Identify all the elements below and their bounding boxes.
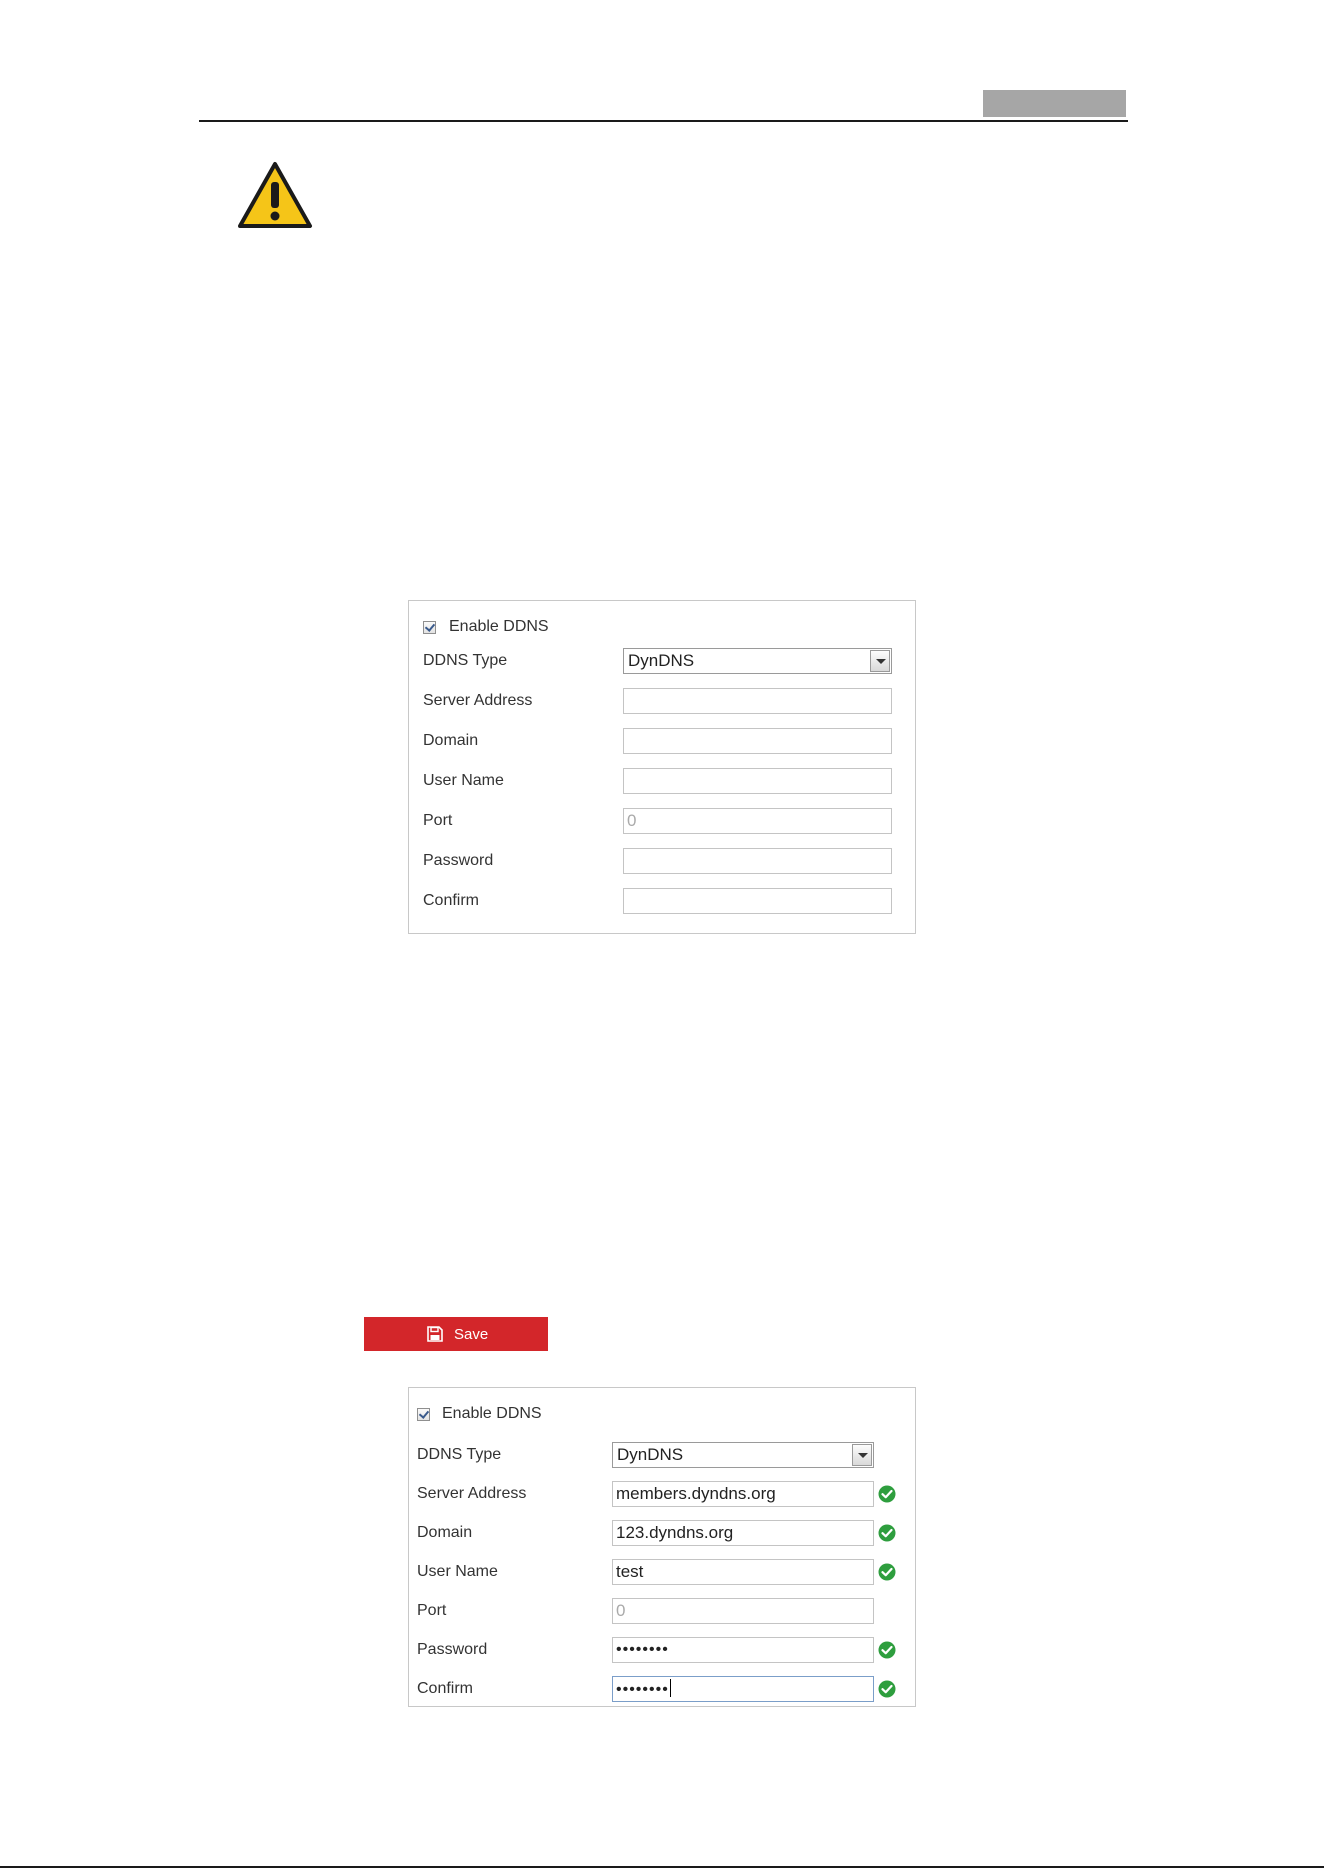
domain-input[interactable]: 123.dyndns.org bbox=[612, 1520, 874, 1546]
enable-ddns-checkbox[interactable] bbox=[417, 1408, 430, 1421]
password-row: Password •••••••• bbox=[409, 1637, 915, 1663]
port-input[interactable]: 0 bbox=[623, 808, 892, 834]
chevron-down-icon[interactable] bbox=[870, 650, 890, 672]
header-rule bbox=[199, 120, 1128, 122]
confirm-row: Confirm bbox=[409, 888, 915, 914]
password-input[interactable] bbox=[623, 848, 892, 874]
server-address-label: Server Address bbox=[423, 692, 533, 709]
check-circle-icon bbox=[878, 1680, 896, 1698]
warning-icon bbox=[238, 162, 312, 228]
user-name-input[interactable]: test bbox=[612, 1559, 874, 1585]
footer-rule bbox=[0, 1866, 1324, 1868]
enable-ddns-row: Enable DDNS bbox=[409, 1402, 915, 1428]
confirm-value: •••••••• bbox=[616, 1681, 669, 1698]
domain-label: Domain bbox=[423, 732, 479, 749]
server-address-label: Server Address bbox=[417, 1485, 527, 1502]
server-address-input[interactable]: members.dyndns.org bbox=[612, 1481, 874, 1507]
check-circle-icon bbox=[878, 1563, 896, 1581]
confirm-input[interactable] bbox=[623, 888, 892, 914]
ddns-settings-panel-filled: Enable DDNS DDNS Type DynDNS Server Addr… bbox=[408, 1387, 916, 1707]
save-button-label: Save bbox=[454, 1326, 489, 1343]
user-name-input[interactable] bbox=[623, 768, 892, 794]
check-circle-icon bbox=[878, 1641, 896, 1659]
confirm-label: Confirm bbox=[423, 892, 480, 909]
ddns-type-value: DynDNS bbox=[628, 651, 695, 670]
confirm-input[interactable]: •••••••• bbox=[612, 1676, 874, 1702]
domain-row: Domain bbox=[409, 728, 915, 754]
port-input[interactable]: 0 bbox=[612, 1598, 874, 1624]
check-circle-icon bbox=[878, 1524, 896, 1542]
port-label: Port bbox=[423, 812, 453, 829]
port-row: Port 0 bbox=[409, 1598, 915, 1624]
domain-input[interactable] bbox=[623, 728, 892, 754]
domain-row: Domain 123.dyndns.org bbox=[409, 1520, 915, 1546]
user-name-label: User Name bbox=[417, 1563, 498, 1580]
enable-ddns-row: Enable DDNS bbox=[409, 615, 915, 641]
header-tab bbox=[983, 90, 1126, 117]
confirm-row: Confirm •••••••• bbox=[409, 1676, 915, 1702]
save-button[interactable]: Save bbox=[364, 1317, 548, 1351]
ddns-type-select[interactable]: DynDNS bbox=[612, 1442, 874, 1468]
password-label: Password bbox=[423, 852, 494, 869]
ddns-type-select[interactable]: DynDNS bbox=[623, 648, 892, 674]
enable-ddns-checkbox[interactable] bbox=[423, 621, 436, 634]
domain-label: Domain bbox=[417, 1524, 473, 1541]
server-address-row: Server Address members.dyndns.org bbox=[409, 1481, 915, 1507]
text-caret bbox=[669, 1679, 671, 1697]
ddns-type-label: DDNS Type bbox=[423, 652, 508, 669]
password-row: Password bbox=[409, 848, 915, 874]
ddns-type-row: DDNS Type DynDNS bbox=[409, 1442, 915, 1468]
server-address-row: Server Address bbox=[409, 688, 915, 714]
check-circle-icon bbox=[878, 1485, 896, 1503]
user-name-row: User Name test bbox=[409, 1559, 915, 1585]
ddns-type-label: DDNS Type bbox=[417, 1446, 502, 1463]
ddns-type-row: DDNS Type DynDNS bbox=[409, 648, 915, 674]
chevron-down-icon[interactable] bbox=[852, 1444, 872, 1466]
port-row: Port 0 bbox=[409, 808, 915, 834]
port-label: Port bbox=[417, 1602, 447, 1619]
server-address-input[interactable] bbox=[623, 688, 892, 714]
ddns-settings-panel-empty: Enable DDNS DDNS Type DynDNS Server Addr… bbox=[408, 600, 916, 934]
user-name-row: User Name bbox=[409, 768, 915, 794]
user-name-label: User Name bbox=[423, 772, 504, 789]
confirm-label: Confirm bbox=[417, 1680, 474, 1697]
floppy-disk-icon bbox=[427, 1326, 443, 1342]
ddns-type-value: DynDNS bbox=[617, 1445, 684, 1464]
enable-ddns-label: Enable DDNS bbox=[442, 1405, 542, 1422]
enable-ddns-label: Enable DDNS bbox=[449, 618, 549, 635]
password-input[interactable]: •••••••• bbox=[612, 1637, 874, 1663]
password-label: Password bbox=[417, 1641, 488, 1658]
